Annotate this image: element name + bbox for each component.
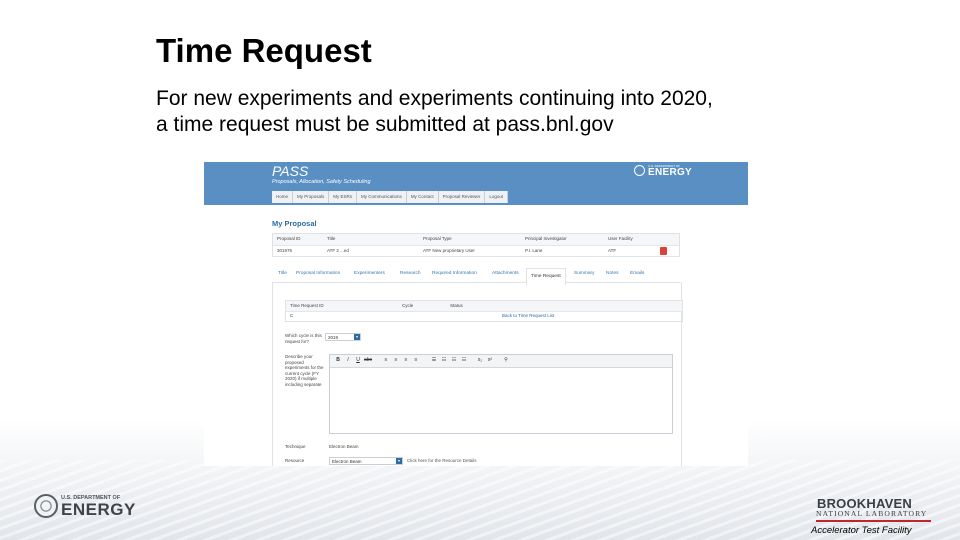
app-title: PASS [272,163,309,179]
proposal-table-header: Proposal ID Title Proposal Type Principa… [273,234,679,246]
tab-title[interactable]: Title [278,271,287,276]
bnl-logo-lab: NATIONAL LABORATORY [816,509,928,518]
cell-proposal-type: ATF New proprietary User [423,248,475,253]
col-proposal-id: Proposal ID [277,236,301,241]
pass-screenshot: PASS Proposals, Allocation, Safety Sched… [204,162,748,466]
cycle-select-value: 2019 [328,335,339,340]
col-status: Status [450,303,463,308]
chevron-down-icon: ▾ [396,458,402,464]
slide-title: Time Request [156,32,372,69]
slide-body-line-1: For new experiments and experiments cont… [156,87,713,110]
tab-notes[interactable]: Notes [606,271,619,276]
facility-label: Accelerator Test Facility [811,525,912,536]
tab-proposal-information[interactable]: Proposal Information [296,271,340,276]
col-pi: Principal Investigator [525,236,567,241]
nav-my-contact[interactable]: My Contact [406,191,439,203]
time-request-panel: Time Request ID Cycle Status C Back to T… [272,282,683,466]
col-user-facility: User Facility [608,236,633,241]
nav-proposal-reviewer[interactable]: Proposal Reviewer [438,191,486,203]
italic-button[interactable]: I [344,357,352,364]
app-subtitle: Proposals, Allocation, Safety Scheduling [272,179,371,185]
pass-header: PASS Proposals, Allocation, Safety Sched… [204,162,748,205]
numbered-list-icon[interactable]: ☷ [440,357,448,364]
proposal-tabs: Title Proposal Information Experimenters… [272,268,680,286]
back-to-time-request-list-link[interactable]: Back to Time Request List [502,313,554,318]
col-cycle: Cycle [402,303,414,308]
spellcheck-icon[interactable]: ⚲ [502,357,510,364]
strikethrough-button[interactable]: abc [364,357,372,364]
doe-seal-icon [34,494,58,518]
editor-toolbar: B I U abc ≡ ≡ ≡ ≡ ☰ ☷ ☷ ☷ x₂ x² ⚲ [330,355,672,368]
cycle-label: Which cycle is this request for? [285,333,322,344]
bullet-list-icon[interactable]: ☰ [430,357,438,364]
indent-icon[interactable]: ☷ [460,357,468,364]
cell-pi: P.I. Lane [525,248,543,253]
nav-home[interactable]: Home [272,191,294,203]
tab-summary[interactable]: Summary [574,271,595,276]
superscript-button[interactable]: x² [486,357,494,364]
nav-my-communications[interactable]: My Communications [357,191,407,203]
underline-button[interactable]: U [354,357,362,364]
proposal-table: Proposal ID Title Proposal Type Principa… [272,233,680,257]
technique-label: Technique [285,444,306,449]
tab-emails[interactable]: Emails [630,271,644,276]
subscript-button[interactable]: x₂ [476,357,484,364]
resource-details-link[interactable]: Click here for the Resource Details [407,458,477,463]
bnl-logo: BROOKHAVEN NATIONAL LABORATORY [816,496,932,528]
doe-header-big: ENERGY [648,167,693,178]
outdent-icon[interactable]: ☷ [450,357,458,364]
align-left-icon[interactable]: ≡ [382,357,390,364]
experiments-label: Describe your proposed experiments for t… [285,354,324,387]
nav-logout[interactable]: Logout [485,191,509,203]
align-justify-icon[interactable]: ≡ [412,357,420,364]
doe-logo: U.S. DEPARTMENT OF ENERGY [34,494,136,520]
cell-time-request-id: C [290,313,294,318]
doe-header-logo: U.S. DEPARTMENT OF ENERGY [634,163,724,179]
col-title: Title [327,236,336,241]
col-proposal-type: Proposal Type [423,236,452,241]
nav-my-esrs[interactable]: My ESRs [329,191,358,203]
resource-label: Resource [285,458,305,463]
technique-value: Electron Beam [329,444,359,449]
resource-select-value: Electron Beam [332,459,362,464]
time-request-table-header: Time Request ID Cycle Status [286,301,682,312]
time-request-table: Time Request ID Cycle Status C Back to T… [285,300,683,322]
slide-body: For new experiments and experiments cont… [156,86,856,138]
experiments-editor[interactable]: B I U abc ≡ ≡ ≡ ≡ ☰ ☷ ☷ ☷ x₂ x² ⚲ [329,354,673,434]
bold-button[interactable]: B [334,357,342,364]
bnl-red-bar [816,520,931,522]
tab-experimenters[interactable]: Experimenters [354,271,385,276]
chevron-down-icon: ▾ [354,334,360,340]
cell-user-facility: ATF [608,248,617,253]
doe-seal-icon [634,165,645,176]
resource-select[interactable]: Electron Beam ▾ [329,457,403,465]
doe-logo-big: ENERGY [61,500,136,519]
col-time-request-id: Time Request ID [290,303,324,308]
tab-required-information[interactable]: Required Information [432,271,477,276]
align-center-icon[interactable]: ≡ [392,357,400,364]
tab-attachments[interactable]: Attachments [492,271,519,276]
cell-title: ATF 2 ...ed [327,248,349,253]
section-title: My Proposal [272,219,317,228]
slide-body-line-2: a time request must be submitted at pass… [156,113,614,136]
nav-bar: Home My Proposals My ESRs My Communicati… [272,191,509,203]
proposal-table-row: 301975 ATF 2 ...ed ATF New proprietary U… [273,246,679,257]
cycle-select[interactable]: 2019 ▾ [325,333,361,341]
pdf-icon[interactable] [660,247,667,255]
nav-my-proposals[interactable]: My Proposals [293,191,330,203]
align-right-icon[interactable]: ≡ [402,357,410,364]
cell-proposal-id: 301975 [277,248,293,253]
tab-research[interactable]: Research [400,271,421,276]
